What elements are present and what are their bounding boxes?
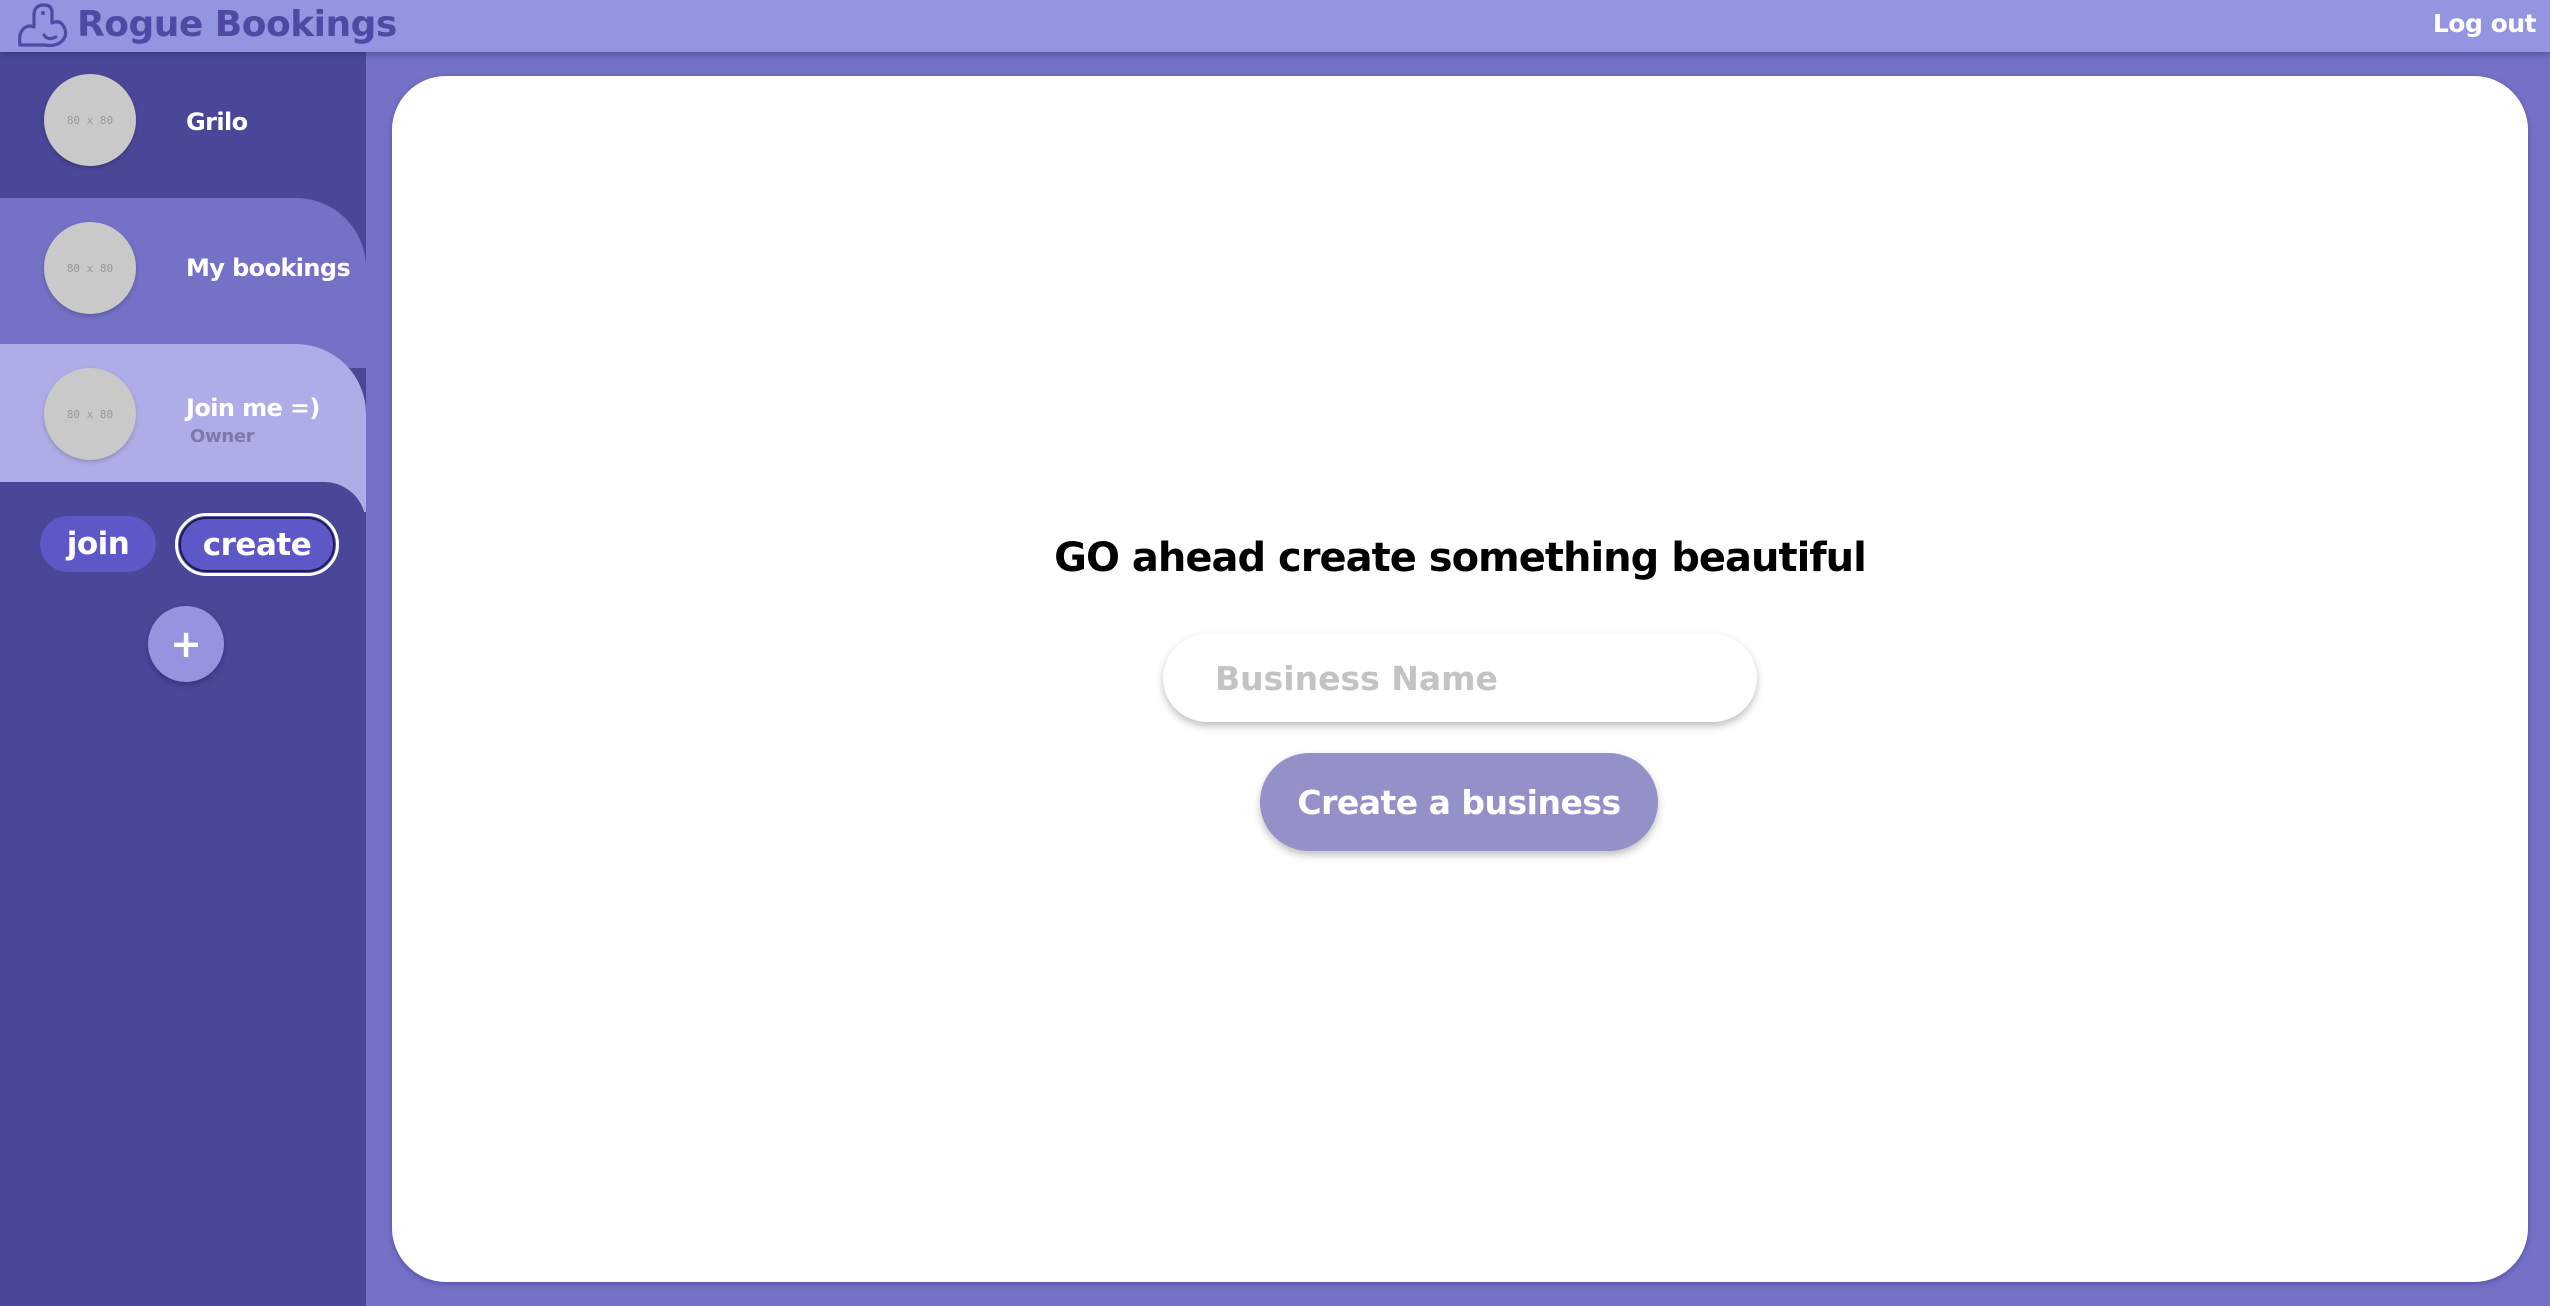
avatar: 80 x 80 — [44, 74, 136, 166]
sidebar-item-grilo[interactable]: 80 x 80 Grilo — [0, 52, 366, 200]
join-button[interactable]: join — [40, 516, 156, 572]
avatar: 80 x 80 — [44, 368, 136, 460]
duck-logo-icon[interactable] — [16, 1, 70, 49]
create-button[interactable]: create — [175, 513, 339, 576]
business-name-input[interactable] — [1163, 634, 1757, 722]
create-business-button[interactable]: Create a business — [1260, 753, 1658, 851]
sidebar-item-my-bookings[interactable]: 80 x 80 My bookings — [0, 198, 366, 368]
brand-title[interactable]: Rogue Bookings — [77, 3, 397, 47]
sidebar-item-label: Join me =) — [186, 394, 320, 422]
add-business-button[interactable]: + — [148, 606, 224, 682]
sidebar-item-join-me[interactable]: 80 x 80 Join me =) Owner — [0, 344, 366, 500]
top-bar: Rogue Bookings Log out — [0, 0, 2550, 52]
sidebar-item-label: My bookings — [186, 254, 351, 282]
avatar: 80 x 80 — [44, 222, 136, 314]
page-title: GO ahead create something beautiful — [1054, 535, 1867, 581]
logout-link[interactable]: Log out — [2433, 6, 2537, 42]
role-label: Owner — [190, 426, 255, 447]
plus-icon: + — [170, 622, 202, 666]
sidebar: 80 x 80 Grilo 80 x 80 My bookings 80 x 8… — [0, 52, 366, 1306]
sidebar-item-label: Grilo — [186, 108, 248, 136]
main-panel: GO ahead create something beautiful Crea… — [392, 76, 2528, 1282]
